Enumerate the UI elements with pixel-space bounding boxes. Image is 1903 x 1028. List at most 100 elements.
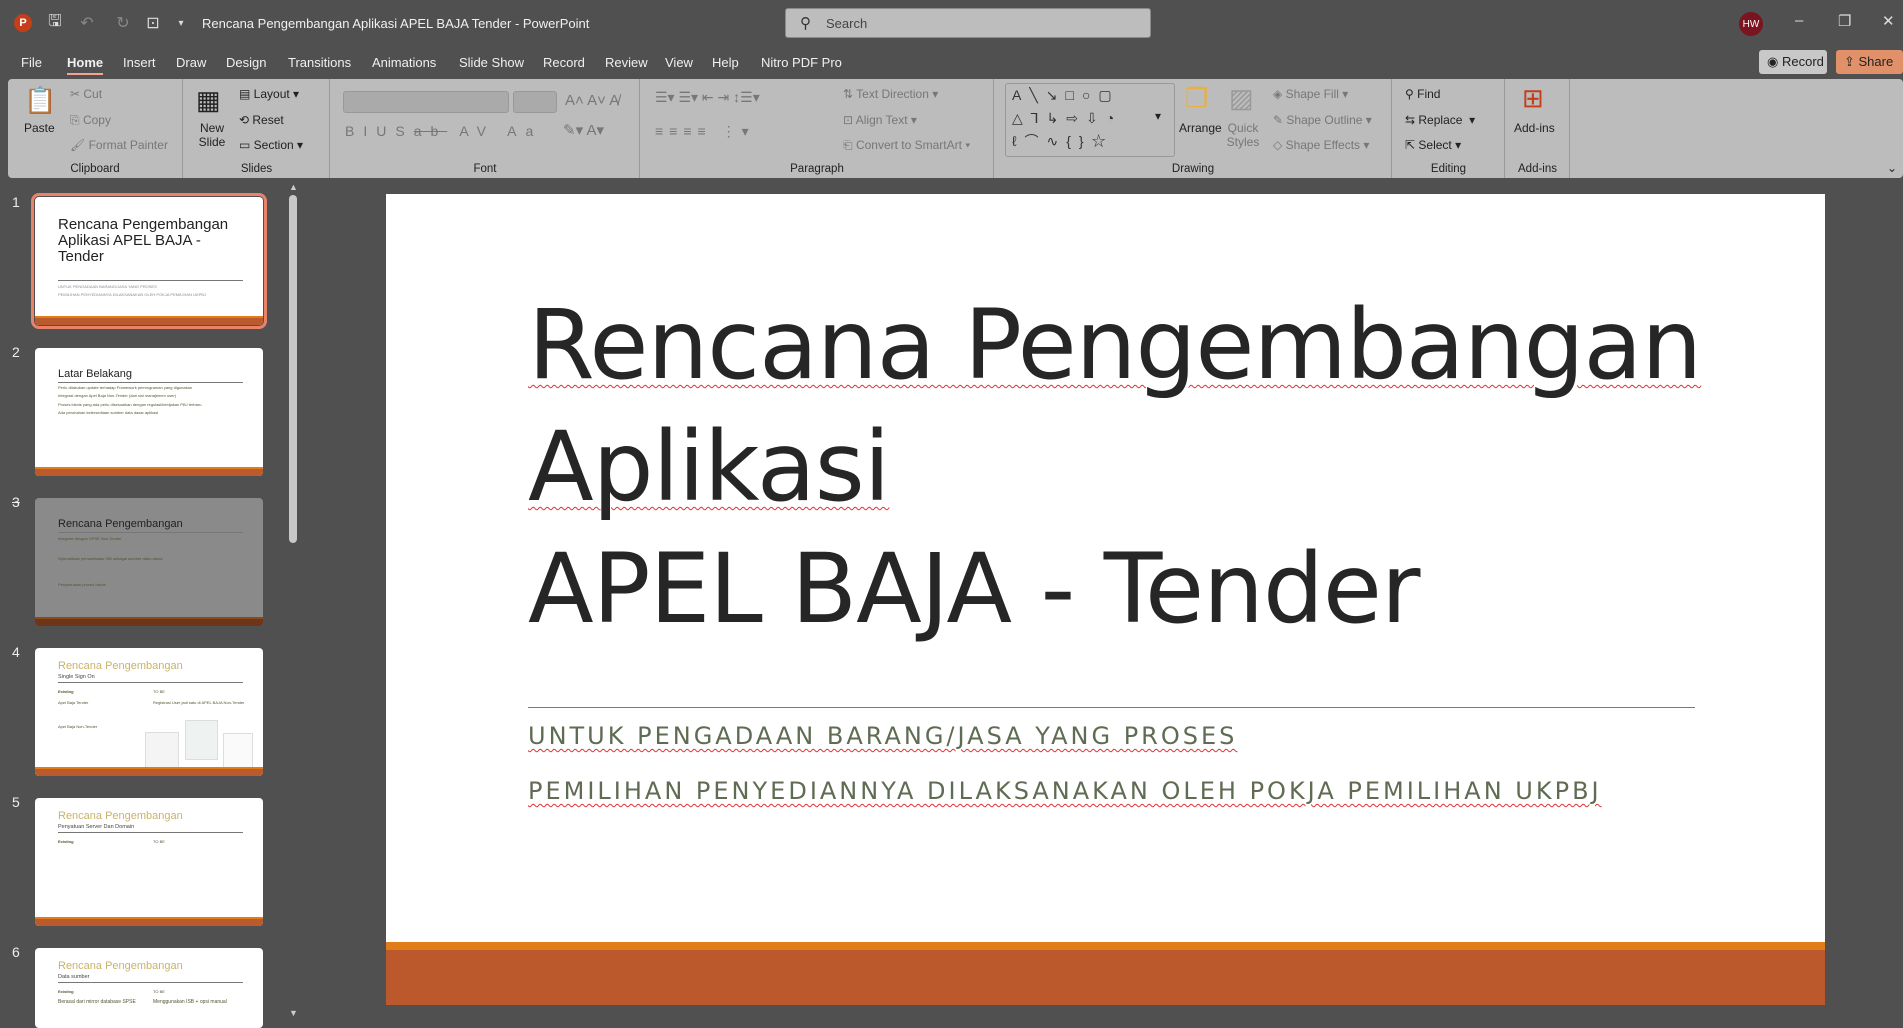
scroll-down-icon[interactable]: ▼ [289,1008,298,1018]
shapes-gallery[interactable]: A╲↘□○▢ △⅂↳⇨⇩◔ ℓ⌒∿{}☆ [1005,83,1175,157]
tab-nitro-pdf-pro[interactable]: Nitro PDF Pro [761,55,842,70]
redo-icon[interactable]: ↻ [112,12,134,34]
tab-draw[interactable]: Draw [176,55,206,70]
tab-animations[interactable]: Animations [372,55,436,70]
font-size-icons[interactable]: A˄ A˅ A̸ [565,92,619,109]
convert-smartart-button[interactable]: ⎗ Convert to SmartArt ▾ [843,138,970,153]
editing-label: Editing [1430,163,1467,175]
tab-file[interactable]: File [21,55,42,70]
close-icon[interactable]: ✕ [1882,12,1895,30]
clipboard-label: Clipboard [70,163,120,175]
present-icon[interactable]: ⊡ [142,12,164,34]
slide-thumbnail-6[interactable]: Rencana Pengembangan Data sumber Existin… [35,948,263,1028]
text-direction-label: Text Direction [856,87,929,101]
align-text-label: Align Text [855,113,908,127]
layout-button[interactable]: ▤ Layout ▾ [239,87,299,101]
select-button[interactable]: ⇱ Select ▾ [1405,138,1461,152]
find-button[interactable]: ⚲ Find [1405,87,1440,101]
highlight-color-icon[interactable]: ✎▾ A▾ [563,121,604,139]
tab-transitions[interactable]: Transitions [288,55,351,70]
slide-number: 2 [12,344,20,360]
record-button[interactable]: ◉ Record [1759,50,1827,74]
thumb-line: TO BE [153,839,165,844]
search-input[interactable]: ⚲ Search [785,8,1151,38]
copy-button[interactable]: ⎘ Copy [70,113,111,128]
title-line: APEL BAJA - Tender [528,528,1701,650]
collapse-ribbon-icon[interactable]: ⌄ [1887,161,1897,175]
thumb-title: Rencana Pengembangan [58,960,183,972]
paste-button[interactable]: Paste [24,121,55,135]
customize-toolbar-icon[interactable]: ▾ [170,12,192,34]
scroll-up-icon[interactable]: ▲ [289,182,298,192]
new-slide-button[interactable]: New Slide [194,121,230,149]
slide-thumbnail-3[interactable]: Rencana Pengembangan Integrasi dengan SP… [35,498,263,626]
paragraph-label: Paragraph [790,163,844,175]
thumb-band [35,316,263,325]
thumb-band [35,467,263,476]
gallery-more-icon[interactable]: ▾ [1155,109,1161,123]
thumb-rule [58,832,243,833]
tab-record[interactable]: Record [543,55,585,70]
slide-canvas[interactable]: Rencana Pengembangan Aplikasi APEL BAJA … [386,194,1825,1005]
shape-effects-button[interactable]: ◇ Shape Effects ▾ [1273,138,1369,152]
tab-review[interactable]: Review [605,55,648,70]
tab-view[interactable]: View [665,55,693,70]
save-icon[interactable]: 🖫 [44,12,66,34]
align-text-button[interactable]: ⊡ Align Text ▾ [843,113,917,127]
slide-thumbnail-1[interactable]: Rencana Pengembangan Aplikasi APEL BAJA … [31,193,267,329]
shape-outline-button[interactable]: ✎ Shape Outline ▾ [1273,113,1372,127]
ribbon-tabs: File Home Insert Draw Design Transitions… [0,50,1903,78]
search-placeholder: Search [826,16,868,31]
shape-fill-button[interactable]: ◈ Shape Fill ▾ [1273,87,1348,101]
arrange-button[interactable]: Arrange [1179,121,1222,135]
tab-home[interactable]: Home [67,55,104,75]
slide-title[interactable]: Rencana Pengembangan Aplikasi APEL BAJA … [528,284,1702,650]
slide-thumbnail-2[interactable]: Latar Belakang Perlu dilakukan update te… [35,348,263,476]
paragraph-group: ☰▾ ☰▾ ⇤ ⇥ ↕☰▾ ≡≡≡≡ ⋮▾ ⇅ Text Direction ▾… [641,79,994,178]
font-name-select[interactable] [343,91,509,113]
thumb-title: Rencana Pengembangan Aplikasi APEL BAJA … [58,216,229,265]
thumbnail-scrollbar[interactable] [289,195,297,543]
shape-fill-label: Shape Fill [1285,87,1339,101]
avatar[interactable]: HW [1739,12,1763,36]
thumb-line: Proses bisnis yang ada perlu disesuaikan… [58,402,202,407]
title-text: APEL BAJA - Tender [528,533,1420,645]
thumb-line: Apel Baja Non-Tender [58,724,98,729]
thumb-rule [58,982,243,983]
minimize-icon[interactable]: – [1795,12,1803,29]
slide-thumbnail-5[interactable]: Rencana Pengembangan Penyatuan Server Da… [35,798,263,926]
addins-icon: ⊞ [1522,83,1544,113]
section-button[interactable]: ▭ Section ▾ [239,138,303,152]
reset-button[interactable]: ⟲ Reset [239,113,284,127]
undo-icon[interactable]: ↶ [76,12,98,34]
restore-icon[interactable]: ❐ [1838,12,1851,30]
format-painter-button[interactable]: 🖌 Format Painter [70,138,168,152]
tab-design[interactable]: Design [226,55,266,70]
thumb-line: TO BE [153,989,165,994]
slide-subtitle-line[interactable]: UNTUK PENGADAAN BARANG/JASA YANG PROSES [528,722,1237,750]
text-direction-button[interactable]: ⇅ Text Direction ▾ [843,87,938,101]
editing-group: ⚲ Find ⇆ Replace ▾ ⇱ Select ▾ Editing [1393,79,1505,178]
align-icons[interactable]: ≡≡≡≡ ⋮▾ [655,123,755,140]
list-icons[interactable]: ☰▾ ☰▾ ⇤ ⇥ ↕☰▾ [655,89,760,106]
thumb-subtitle: Single Sign On [58,674,95,680]
thumb-band [35,617,263,626]
slides-group: ▦ New Slide ▤ Layout ▾ ⟲ Reset ▭ Section… [184,79,330,178]
cut-button[interactable]: ✂ Cut [70,87,102,101]
font-size-select[interactable] [513,91,557,113]
thumb-line: PEMILIHAN PENYEDIANNYA DILAKSANAKAN OLEH… [58,292,206,297]
arrange-icon: ❐ [1185,83,1209,113]
slide-subtitle-line[interactable]: PEMILIHAN PENYEDIANNYA DILAKSANAKAN OLEH… [528,777,1602,805]
share-button[interactable]: ⇪ Share [1836,50,1903,74]
tab-insert[interactable]: Insert [123,55,156,70]
slide-thumbnail-4[interactable]: Rencana Pengembangan Single Sign On Exis… [35,648,263,776]
font-format-icons[interactable]: BIUSab AV Aa [345,123,542,139]
thumb-title: Latar Belakang [58,368,132,380]
tab-help[interactable]: Help [712,55,739,70]
thumb-title: Rencana Pengembangan [58,518,183,530]
thumb-subtitle: Penyatuan Server Dan Domain [58,824,135,830]
replace-button[interactable]: ⇆ Replace ▾ [1405,113,1475,127]
tab-slide-show[interactable]: Slide Show [459,55,524,70]
addins-button[interactable]: Add-ins [1514,121,1555,135]
quick-styles-button[interactable]: Quick Styles [1225,121,1261,149]
